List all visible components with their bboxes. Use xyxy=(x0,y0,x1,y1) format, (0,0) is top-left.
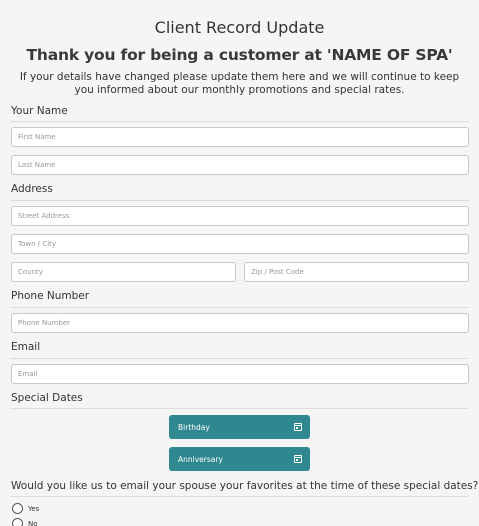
radio-label-no: No xyxy=(28,519,38,526)
phone-number-field[interactable] xyxy=(11,313,469,333)
zip-postcode-field[interactable] xyxy=(244,262,469,282)
birthday-label: Birthday xyxy=(178,422,210,432)
anniversary-label: Anniversary xyxy=(178,454,223,464)
form-intro: If your details have changed please upda… xyxy=(19,71,460,96)
last-name-field[interactable] xyxy=(11,155,469,175)
divider xyxy=(10,408,469,409)
divider xyxy=(10,358,469,359)
divider xyxy=(10,121,469,122)
section-label-name: Your Name xyxy=(11,105,68,117)
first-name-field[interactable] xyxy=(11,127,469,147)
email-field[interactable] xyxy=(11,364,469,384)
county-field[interactable] xyxy=(11,262,236,282)
birthday-date-picker[interactable]: Birthday xyxy=(169,415,310,439)
anniversary-date-picker[interactable]: Anniversary xyxy=(169,447,310,471)
radio-option-yes[interactable]: Yes xyxy=(12,503,39,514)
street-address-field[interactable] xyxy=(11,206,469,226)
radio-label-yes: Yes xyxy=(28,504,40,513)
form-title: Client Record Update xyxy=(154,18,325,37)
divider xyxy=(10,496,469,497)
radio-button-yes[interactable] xyxy=(12,503,23,514)
calendar-icon xyxy=(294,423,302,431)
divider xyxy=(10,307,469,308)
spouse-email-question: Would you like us to email your spouse y… xyxy=(11,480,479,492)
town-city-field[interactable] xyxy=(11,234,469,254)
divider xyxy=(10,200,469,201)
section-label-email: Email xyxy=(11,341,41,353)
form-subtitle: Thank you for being a customer at 'NAME … xyxy=(26,46,453,64)
radio-option-no[interactable]: No xyxy=(12,518,38,526)
radio-button-no[interactable] xyxy=(12,518,23,526)
section-label-special-dates: Special Dates xyxy=(11,392,83,404)
section-label-address: Address xyxy=(11,183,53,195)
section-label-phone: Phone Number xyxy=(11,290,90,302)
calendar-icon xyxy=(294,455,302,463)
